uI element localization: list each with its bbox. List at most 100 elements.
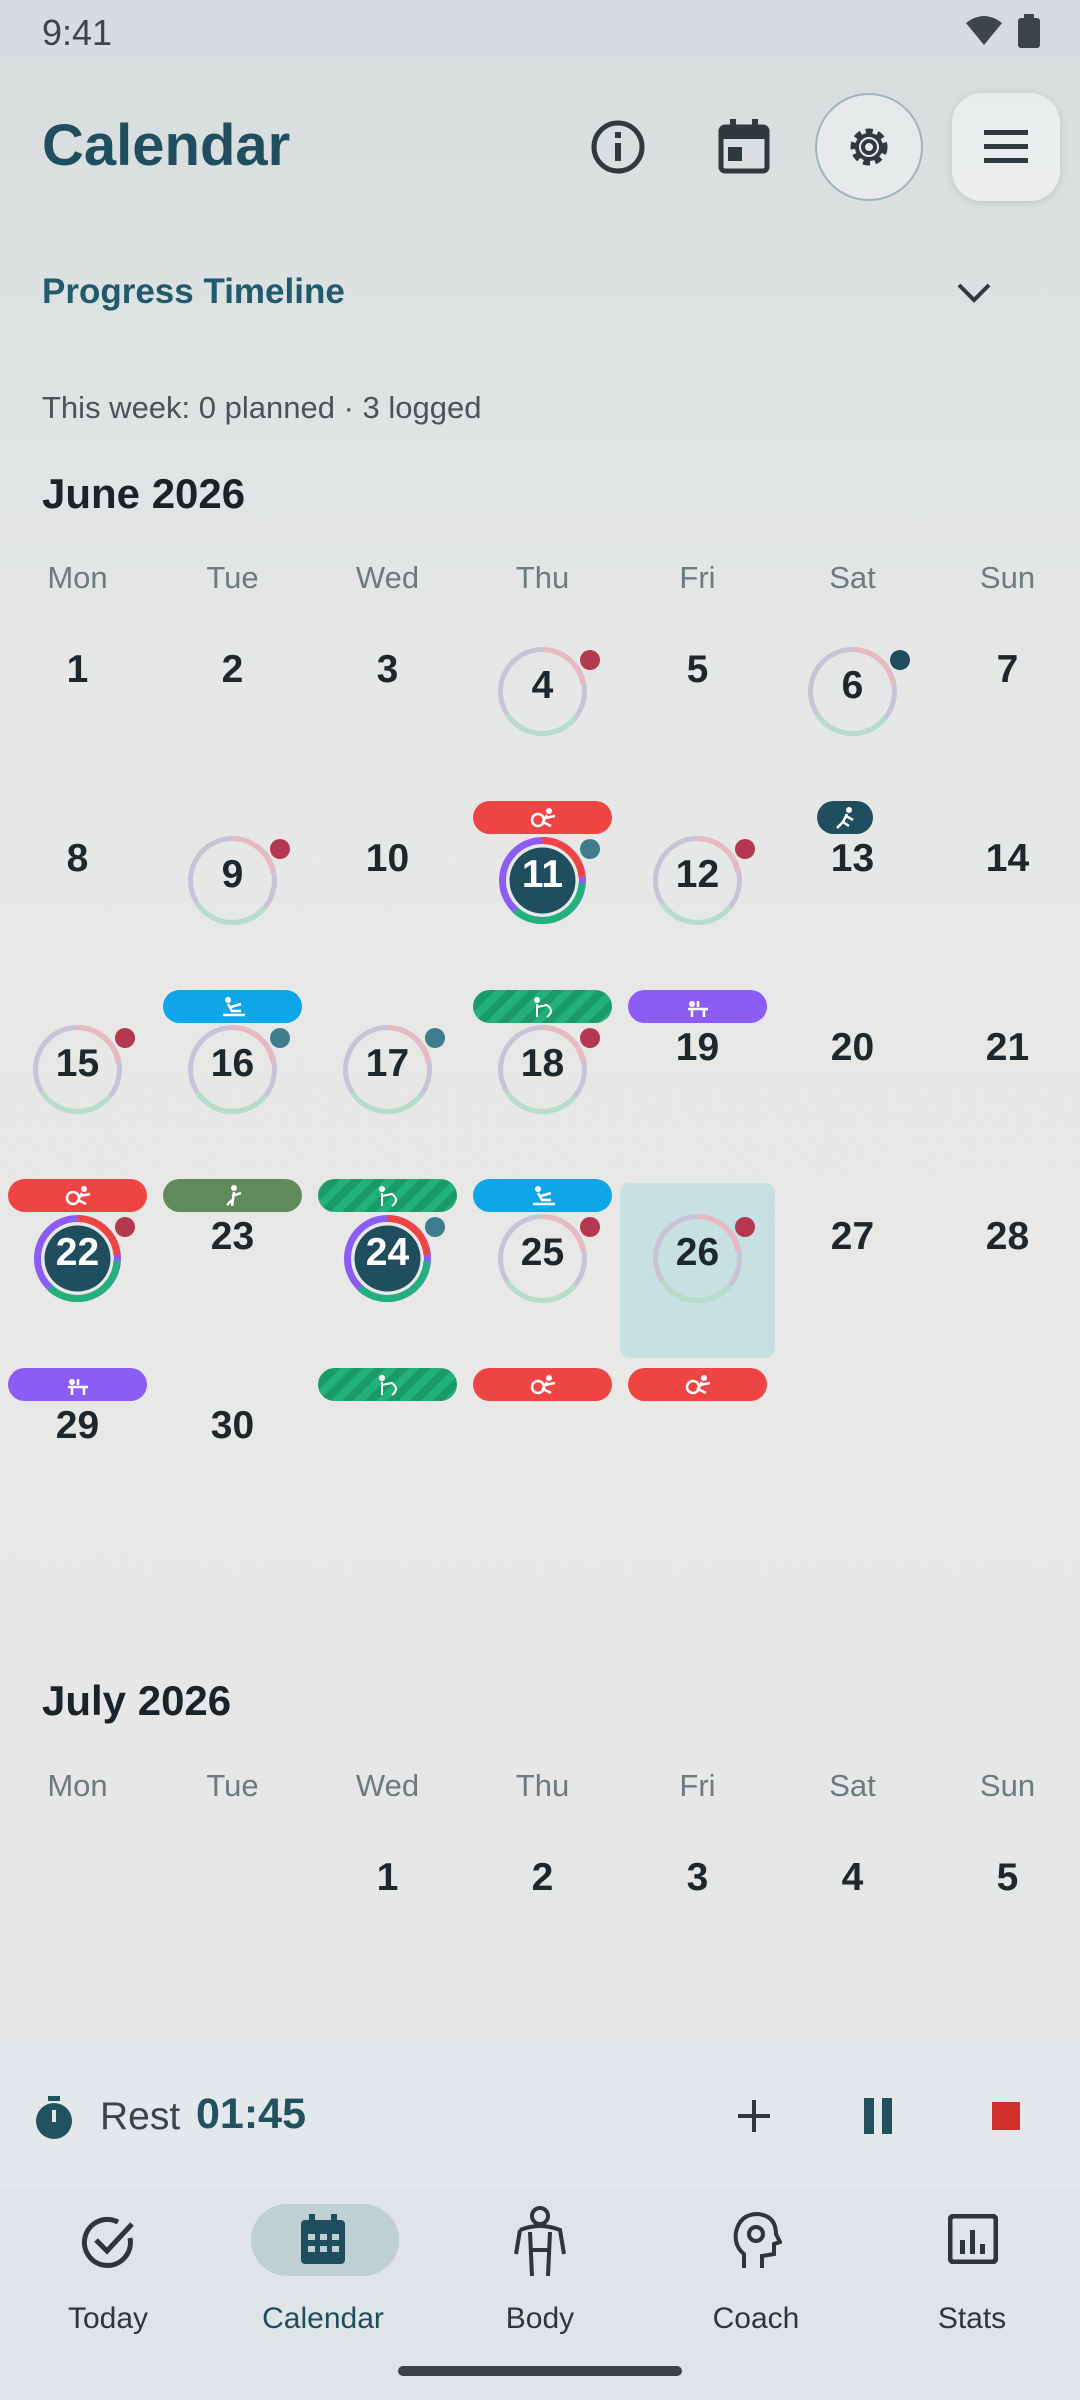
chevron-down-icon[interactable] bbox=[956, 282, 992, 304]
rest-time: 01:45 bbox=[196, 2090, 306, 2138]
progress-timeline-toggle[interactable]: Progress Timeline bbox=[42, 272, 345, 312]
day-number: 9 bbox=[221, 853, 244, 896]
day-number: 5 bbox=[686, 648, 709, 691]
coach-icon bbox=[733, 2212, 782, 2268]
weekday-label: Thu bbox=[515, 1768, 570, 1803]
settings-button[interactable] bbox=[815, 93, 923, 201]
add-time-button[interactable] bbox=[736, 2098, 772, 2134]
day-number: 26 bbox=[675, 1231, 720, 1274]
rest-label: Rest bbox=[100, 2095, 181, 2138]
month-title-june: June 2026 bbox=[42, 470, 246, 517]
day-cell[interactable]: 24 bbox=[310, 1183, 465, 1401]
weekday-label: Sun bbox=[979, 560, 1036, 595]
workout-tag[interactable] bbox=[473, 1368, 612, 1401]
day-cell[interactable]: 1 bbox=[310, 1824, 465, 1999]
day-cell[interactable]: 3 bbox=[310, 616, 465, 791]
calendar-today-button[interactable] bbox=[690, 93, 798, 201]
day-cell[interactable]: 7 bbox=[930, 616, 1080, 791]
day-cell[interactable]: 5 bbox=[930, 1824, 1080, 1999]
weekday-label: Mon bbox=[47, 560, 108, 595]
day-number: 5 bbox=[996, 1856, 1019, 1899]
pause-button[interactable] bbox=[862, 2096, 894, 2136]
day-number: 11 bbox=[521, 853, 564, 896]
strength-icon bbox=[530, 1374, 555, 1394]
workout-tag[interactable] bbox=[318, 1368, 457, 1401]
day-number: 10 bbox=[365, 837, 410, 880]
status-icons bbox=[964, 14, 1040, 48]
day-number: 29 bbox=[55, 1404, 100, 1447]
status-time: 9:41 bbox=[42, 12, 113, 53]
workout-tag[interactable] bbox=[628, 1368, 767, 1401]
stop-button[interactable] bbox=[992, 2102, 1020, 2130]
wifi-icon bbox=[966, 16, 1002, 45]
day-cell[interactable]: 13 bbox=[775, 805, 930, 980]
day-cell[interactable]: 5 bbox=[620, 616, 775, 791]
day-cell[interactable]: 20 bbox=[775, 994, 930, 1169]
strength-icon bbox=[685, 1374, 710, 1394]
day-number: 12 bbox=[675, 853, 720, 896]
day-cell[interactable]: 17 bbox=[310, 994, 465, 1212]
day-number: 6 bbox=[841, 664, 864, 707]
menu-button[interactable] bbox=[952, 93, 1060, 201]
weekday-label: Thu bbox=[515, 560, 570, 595]
info-icon bbox=[591, 120, 645, 174]
day-cell[interactable]: 28 bbox=[930, 1183, 1080, 1358]
day-cell[interactable]: 9 bbox=[155, 805, 310, 1023]
day-number: 21 bbox=[985, 1026, 1030, 1069]
day-cell[interactable]: 19 bbox=[620, 994, 775, 1169]
day-cell[interactable]: 18 bbox=[465, 994, 620, 1212]
day-cell-today[interactable]: 26 bbox=[620, 1183, 775, 1401]
day-cell[interactable]: 4 bbox=[465, 616, 620, 834]
day-number: 19 bbox=[675, 1026, 720, 1069]
weekday-label: Wed bbox=[355, 1768, 420, 1803]
day-number: 1 bbox=[376, 1856, 399, 1899]
day-number: 8 bbox=[66, 837, 89, 880]
day-cell[interactable]: 23 bbox=[155, 1183, 310, 1358]
menu-icon bbox=[984, 130, 1028, 163]
day-cell[interactable]: 10 bbox=[310, 805, 465, 980]
day-cell[interactable]: 2 bbox=[155, 616, 310, 791]
day-cell[interactable]: 27 bbox=[775, 1183, 930, 1358]
day-number: 23 bbox=[210, 1215, 255, 1258]
day-cell[interactable]: 6 bbox=[775, 616, 930, 834]
day-cell[interactable]: 21 bbox=[930, 994, 1080, 1169]
weekday-label: Sun bbox=[979, 1768, 1036, 1803]
gear-icon bbox=[850, 128, 888, 166]
day-cell[interactable]: 12 bbox=[620, 805, 775, 1023]
day-cell[interactable]: 14 bbox=[930, 805, 1080, 980]
weekday-label: Tue bbox=[206, 560, 259, 595]
day-cell[interactable]: 22 bbox=[0, 1183, 155, 1401]
weekday-label: Fri bbox=[679, 1768, 716, 1803]
day-number: 2 bbox=[221, 648, 244, 691]
day-cell[interactable]: 2 bbox=[465, 1824, 620, 1999]
day-number: 24 bbox=[365, 1231, 410, 1274]
day-cell[interactable]: 8 bbox=[0, 805, 155, 980]
day-cell[interactable]: 4 bbox=[775, 1824, 930, 1999]
day-cell[interactable]: 16 bbox=[155, 994, 310, 1212]
day-number: 16 bbox=[210, 1042, 255, 1085]
weekday-label: Sat bbox=[829, 560, 876, 595]
day-cell[interactable]: 11 bbox=[465, 805, 620, 1023]
day-number: 3 bbox=[686, 1856, 709, 1899]
day-cell[interactable]: 15 bbox=[0, 994, 155, 1212]
day-cell[interactable]: 3 bbox=[620, 1824, 775, 1999]
day-cell[interactable]: 1 bbox=[0, 616, 155, 791]
weekday-label: Wed bbox=[355, 560, 420, 595]
stopwatch-icon bbox=[36, 2096, 72, 2139]
day-cell[interactable]: 25 bbox=[465, 1183, 620, 1401]
day-number: 18 bbox=[520, 1042, 565, 1085]
day-number: 4 bbox=[531, 664, 554, 707]
weekday-label: Tue bbox=[206, 1768, 259, 1803]
day-number: 25 bbox=[520, 1231, 565, 1274]
day-number: 15 bbox=[55, 1042, 100, 1085]
day-cell[interactable]: 29 bbox=[0, 1372, 155, 1547]
day-number: 2 bbox=[531, 1856, 554, 1899]
day-cell[interactable]: 30 bbox=[155, 1372, 310, 1547]
info-button[interactable] bbox=[564, 93, 672, 201]
weekday-label: Mon bbox=[47, 1768, 108, 1803]
day-number: 7 bbox=[996, 648, 1019, 691]
check-circle-icon bbox=[81, 2216, 134, 2268]
day-number: 30 bbox=[210, 1404, 255, 1447]
day-number: 14 bbox=[985, 837, 1030, 880]
body-icon bbox=[514, 2206, 566, 2277]
